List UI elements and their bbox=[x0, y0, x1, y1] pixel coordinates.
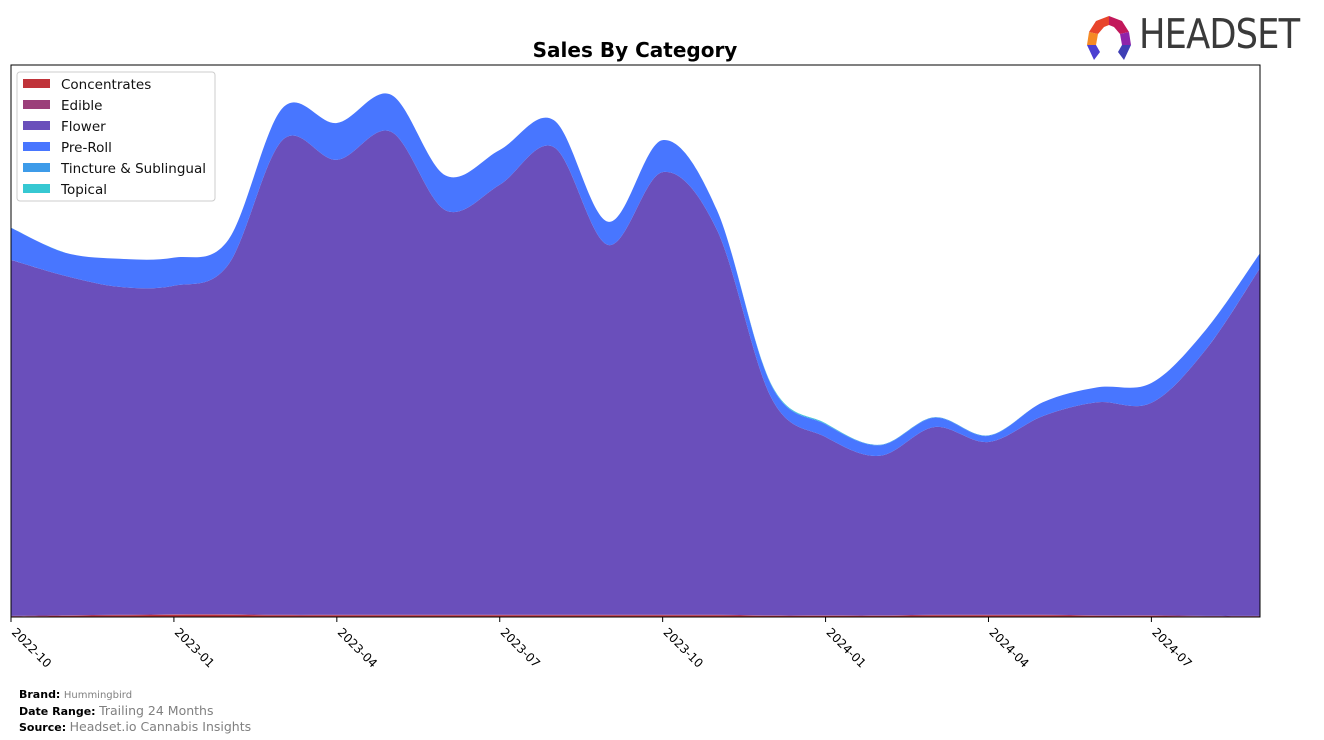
legend-label: Topical bbox=[60, 182, 107, 198]
brand-value: Hummingbird bbox=[63, 690, 133, 701]
headset-logo-text: HEADSET bbox=[1139, 10, 1300, 58]
brand-label: Brand: bbox=[19, 688, 61, 701]
legend-label: Flower bbox=[61, 119, 106, 135]
chart: Sales By Category 2022-10 2023-01 2023-04 2… bbox=[9, 38, 1261, 671]
legend: Concentrates Edible Flower Pre-Roll Tincture… bbox=[16, 71, 216, 202]
legend-swatch bbox=[23, 142, 50, 151]
x-tick-label: 2023-01 bbox=[172, 625, 217, 670]
legend-swatch bbox=[23, 121, 50, 130]
x-axis: 2022-10 2023-01 2023-04 2023-07 2023-10 2024-… bbox=[9, 617, 1195, 671]
date-range-value: Trailing 24 Months bbox=[99, 703, 214, 718]
footer-brand: Brand: Hummingbird bbox=[19, 687, 251, 703]
legend-swatch bbox=[23, 163, 50, 172]
legend-label: Tincture & Sublingual bbox=[60, 161, 206, 177]
headset-logo-icon bbox=[1087, 16, 1131, 60]
legend-label: Pre-Roll bbox=[61, 140, 112, 156]
x-tick-label: 2023-10 bbox=[661, 625, 706, 670]
x-tick-label: 2023-04 bbox=[335, 625, 380, 670]
chart-title: Sales By Category bbox=[533, 38, 738, 62]
legend-swatch bbox=[23, 184, 50, 193]
date-range-label: Date Range: bbox=[19, 705, 96, 718]
legend-swatch bbox=[23, 100, 50, 109]
x-tick-label: 2023-07 bbox=[498, 625, 543, 670]
x-tick-label: 2024-07 bbox=[1149, 625, 1194, 670]
x-tick-label: 2024-01 bbox=[823, 625, 868, 670]
chart-footer: Brand: Hummingbird Date Range: Trailing … bbox=[19, 687, 251, 735]
footer-date-range: Date Range: Trailing 24 Months bbox=[19, 703, 251, 719]
legend-swatch bbox=[23, 79, 50, 88]
x-tick-label: 2024-04 bbox=[986, 625, 1031, 670]
footer-source: Source: Headset.io Cannabis Insights bbox=[19, 719, 251, 735]
headset-logo: HEADSET bbox=[1084, 10, 1314, 62]
source-value: Headset.io Cannabis Insights bbox=[69, 719, 252, 734]
x-tick-label: 2022-10 bbox=[9, 625, 54, 670]
legend-label: Concentrates bbox=[61, 77, 151, 93]
source-label: Source: bbox=[19, 721, 67, 734]
legend-label: Edible bbox=[61, 98, 102, 114]
